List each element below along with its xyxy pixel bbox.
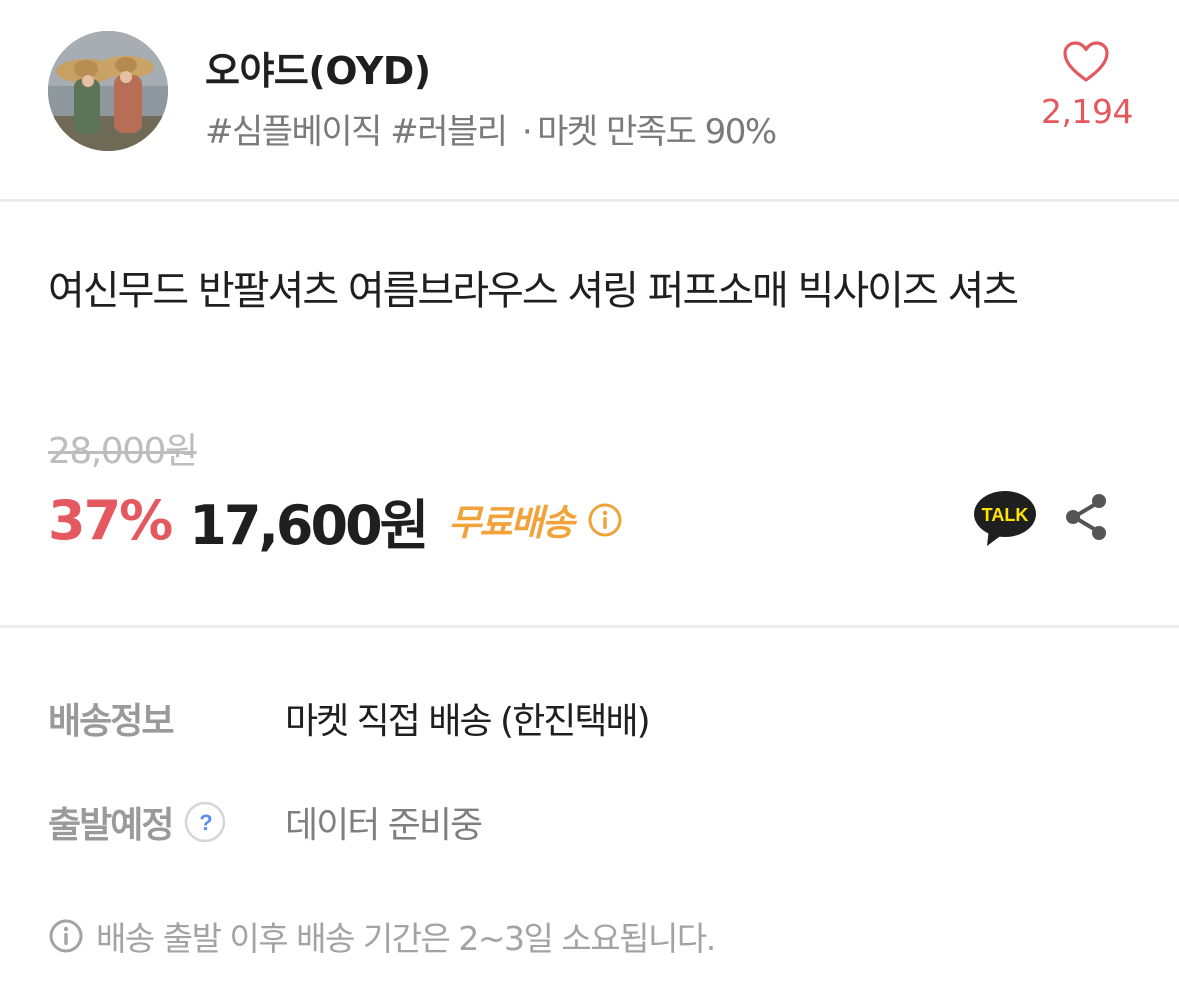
free-shipping-info-button[interactable]	[587, 502, 623, 538]
departure-help-button[interactable]: ?	[184, 801, 226, 843]
departure-label-group: 출발예정 ?	[48, 796, 285, 848]
original-price: 28,000원	[48, 431, 198, 472]
price-row: 37% 17,600원 무료배송	[48, 480, 623, 560]
shop-avatar[interactable]	[48, 31, 168, 151]
like-button[interactable]: 2,194	[1041, 40, 1133, 131]
departure-label: 출발예정	[48, 805, 174, 846]
shipping-info-row: 배송정보 마켓 직접 배송 (한진택배)	[48, 692, 651, 744]
question-icon: ?	[185, 801, 226, 843]
discount-rate: 37%	[48, 488, 173, 552]
product-title: 여신무드 반팔셔츠 여름브라우스 셔링 퍼프소매 빅사이즈 셔츠	[48, 268, 1019, 314]
shipping-note: 배송 출발 이후 배송 기간은 2~3일 소요됩니다.	[48, 912, 716, 960]
sale-price: 17,600원	[189, 493, 429, 557]
shipping-info-label: 배송정보	[48, 701, 174, 742]
market-satisfaction: 마켓 만족도 90%	[537, 112, 777, 152]
shop-profile-photo	[48, 31, 168, 151]
meta-separator: ·	[521, 112, 533, 152]
kakao-talk-icon: TALK	[974, 491, 1036, 546]
heart-icon	[1063, 41, 1109, 82]
shipping-note-text: 배송 출발 이후 배송 기간은 2~3일 소요됩니다.	[96, 919, 716, 958]
info-icon	[588, 503, 622, 537]
section-divider	[0, 625, 1179, 628]
like-count: 2,194	[1041, 92, 1133, 131]
shop-name[interactable]: 오야드(OYD)	[205, 40, 431, 95]
free-shipping-badge: 무료배송	[448, 503, 574, 544]
kakao-talk-button[interactable]: TALK	[973, 490, 1037, 548]
shop-tag-simple-basic[interactable]: #심플베이직	[205, 112, 382, 152]
share-button[interactable]	[1062, 492, 1112, 542]
section-divider	[0, 199, 1179, 202]
info-icon	[49, 919, 83, 953]
shop-tag-lovely[interactable]: #러블리	[390, 112, 508, 152]
talk-label: TALK	[982, 505, 1029, 525]
shop-meta: #심플베이직 #러블리 · 마켓 만족도 90%	[205, 104, 777, 153]
shipping-info-value: 마켓 직접 배송 (한진택배)	[285, 701, 651, 742]
departure-value: 데이터 준비중	[285, 805, 483, 846]
shop-header: 오야드(OYD) #심플베이직 #러블리 · 마켓 만족도 90% 2,194	[0, 0, 1179, 200]
help-glyph: ?	[200, 810, 213, 835]
share-icon	[1066, 494, 1106, 540]
departure-row: 출발예정 ? 데이터 준비중	[48, 796, 483, 848]
